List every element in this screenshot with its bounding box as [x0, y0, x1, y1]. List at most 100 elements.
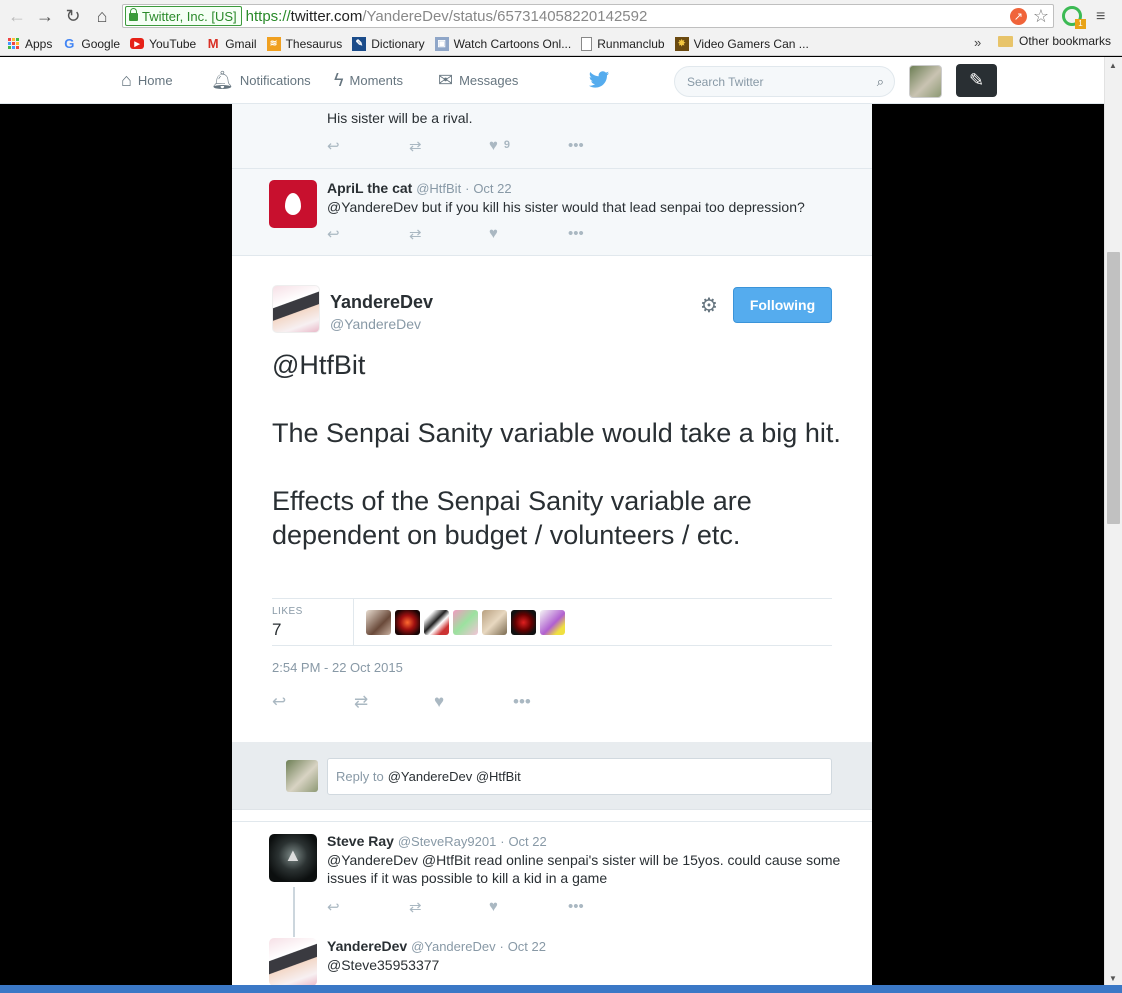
tweet-author-name[interactable]: YandereDev — [330, 292, 433, 313]
reply-composer: Reply to @YandereDev @HtfBit — [232, 742, 872, 810]
author-avatar[interactable] — [272, 285, 320, 333]
home-icon: ⌂ — [121, 70, 132, 90]
bookmark-dictionary[interactable]: ✎ Dictionary — [352, 36, 425, 51]
chrome-menu-icon[interactable]: ≡ — [1096, 8, 1105, 26]
egg-avatar[interactable] — [269, 180, 317, 228]
reload-icon[interactable]: ↻ — [60, 3, 86, 29]
more-icon[interactable]: ••• — [568, 137, 584, 154]
reply-placeholder: Reply to — [336, 769, 384, 784]
tweet-header: Steve Ray @SteveRay9201 · Oct 22 — [327, 833, 547, 849]
reply-icon[interactable]: ↩ — [327, 137, 340, 155]
reply-input[interactable]: Reply to @YandereDev @HtfBit — [327, 758, 832, 795]
heart-icon[interactable]: ♥ — [489, 225, 498, 242]
twitter-bird-icon[interactable] — [588, 69, 610, 91]
bookmark-gmail[interactable]: M Gmail — [206, 36, 257, 51]
ev-certificate-badge[interactable]: Twitter, Inc. [US] — [125, 6, 242, 26]
more-icon[interactable]: ••• — [513, 692, 531, 712]
url-text[interactable]: https://twitter.com/YandereDev/status/65… — [246, 8, 648, 25]
tweet-author-name[interactable]: Steve Ray — [327, 833, 394, 849]
bookmark-youtube[interactable]: ▶ YouTube — [130, 37, 196, 51]
forward-arrow-icon[interactable]: → — [32, 3, 58, 29]
user-avatar[interactable] — [909, 65, 942, 98]
nav-notifications-label: Notifications — [239, 73, 311, 88]
retweet-icon[interactable]: ⇄ — [409, 898, 422, 916]
nav-home[interactable]: ⌂ Home — [121, 57, 173, 104]
address-bar[interactable]: Twitter, Inc. [US] https://twitter.com/Y… — [122, 4, 1054, 28]
reply-icon[interactable]: ↩ — [327, 898, 340, 916]
tweet-author-handle[interactable]: @YandereDev — [330, 316, 421, 332]
extension-compass-icon[interactable]: ↗ — [1009, 7, 1027, 25]
user-avatar — [286, 760, 318, 792]
bookmark-star-icon[interactable]: ☆ — [1033, 7, 1049, 25]
twitter-global-nav: ⌂ Home 🔔︎ Notifications ϟ Moments ✉ Mess… — [0, 57, 1104, 104]
quill-icon: ✎ — [968, 70, 985, 90]
ancestor-tweet[interactable]: ApriL the cat @HtfBit · Oct 22 @YandereD… — [232, 169, 872, 256]
tweet-date[interactable]: Oct 22 — [508, 939, 546, 954]
other-bookmarks[interactable]: Other bookmarks — [998, 34, 1111, 48]
more-icon[interactable]: ••• — [568, 225, 584, 242]
tweet-timestamp[interactable]: 2:54 PM - 22 Oct 2015 — [272, 660, 403, 675]
tweet-author-handle[interactable]: @HtfBit — [416, 181, 461, 196]
liker-avatar[interactable] — [424, 610, 449, 635]
tweet-date[interactable]: Oct 22 — [508, 834, 546, 849]
liker-avatar[interactable] — [511, 610, 536, 635]
apps-grid-icon — [8, 38, 19, 49]
liker-avatar[interactable] — [453, 610, 478, 635]
bookmark-video-gamers[interactable]: ✸ Video Gamers Can ... — [674, 36, 809, 51]
tweet-author-name[interactable]: YandereDev — [327, 938, 407, 954]
gear-icon[interactable]: ⚙ — [700, 293, 718, 318]
heart-icon[interactable]: ♥ — [489, 898, 498, 915]
bookmarks-overflow-button[interactable]: » — [974, 35, 981, 50]
nav-messages[interactable]: ✉ Messages — [438, 57, 518, 104]
search-icon[interactable]: ⌕ — [877, 74, 884, 90]
like-button[interactable]: ♥ 9 — [489, 137, 510, 154]
back-arrow-icon[interactable]: ← — [4, 3, 30, 29]
bookmark-thesaurus[interactable]: ≋ Thesaurus — [266, 36, 342, 51]
lightning-icon: ϟ — [334, 70, 344, 90]
tweet-author-handle[interactable]: @YandereDev — [411, 939, 496, 954]
reply-icon[interactable]: ↩ — [272, 692, 286, 712]
heart-icon[interactable]: ♥ — [434, 692, 444, 712]
home-icon[interactable]: ⌂ — [89, 3, 115, 29]
reply-author-avatar[interactable] — [269, 834, 317, 882]
more-icon[interactable]: ••• — [568, 898, 584, 915]
bookmark-label: Dictionary — [371, 36, 425, 51]
bookmark-watch-cartoons[interactable]: ▣ Watch Cartoons Onl... — [434, 36, 572, 51]
tweet-date[interactable]: Oct 22 — [473, 181, 511, 196]
extension-green-icon[interactable] — [1062, 6, 1086, 29]
scroll-down-arrow-icon[interactable]: ▼ — [1109, 974, 1117, 983]
bookmark-google[interactable]: G Google — [62, 36, 120, 51]
bookmark-runmanclub[interactable]: Runmanclub — [581, 36, 665, 51]
tweet-author-name[interactable]: ApriL the cat — [327, 180, 412, 196]
tweet-author-handle[interactable]: @SteveRay9201 — [398, 834, 496, 849]
ancestor-tweet[interactable]: His sister will be a rival. ↩ ⇄ ♥ 9 ••• — [232, 104, 872, 169]
tweet-text: @Steve35953377 — [327, 957, 440, 973]
taskbar-edge — [0, 985, 1122, 993]
following-button[interactable]: Following — [733, 287, 832, 323]
bookmark-label: Watch Cartoons Onl... — [453, 36, 572, 51]
likes-count[interactable]: 7 — [272, 620, 281, 640]
retweet-icon[interactable]: ⇄ — [409, 137, 422, 155]
bookmark-label: Gmail — [225, 36, 257, 51]
nav-moments[interactable]: ϟ Moments — [334, 57, 403, 104]
scroll-up-arrow-icon[interactable]: ▲ — [1109, 61, 1117, 70]
liker-avatar[interactable] — [395, 610, 420, 635]
nav-messages-label: Messages — [459, 73, 519, 88]
scrollbar-thumb[interactable] — [1107, 252, 1120, 524]
compose-tweet-button[interactable]: ✎ — [956, 64, 997, 97]
liker-avatar[interactable] — [366, 610, 391, 635]
page-scrollbar[interactable]: ▲ ▼ — [1104, 57, 1122, 985]
liker-avatar[interactable] — [482, 610, 507, 635]
reply-author-avatar[interactable] — [269, 938, 317, 985]
heart-icon: ♥ — [489, 137, 498, 154]
nav-notifications[interactable]: 🔔︎ Notifications — [211, 57, 311, 104]
bookmark-apps[interactable]: Apps — [8, 37, 52, 51]
retweet-icon[interactable]: ⇄ — [354, 692, 368, 712]
liker-avatar[interactable] — [540, 610, 565, 635]
reply-icon[interactable]: ↩ — [327, 225, 340, 243]
retweet-icon[interactable]: ⇄ — [409, 225, 422, 243]
search-input[interactable]: Search Twitter ⌕ — [674, 66, 895, 97]
replies-list: Steve Ray @SteveRay9201 · Oct 22 @Yander… — [232, 821, 872, 985]
bookmarks-bar: Apps G Google ▶ YouTube M Gmail ≋ Thesau… — [0, 32, 1122, 56]
tweet-permalink-column: His sister will be a rival. ↩ ⇄ ♥ 9 ••• A… — [232, 104, 872, 985]
